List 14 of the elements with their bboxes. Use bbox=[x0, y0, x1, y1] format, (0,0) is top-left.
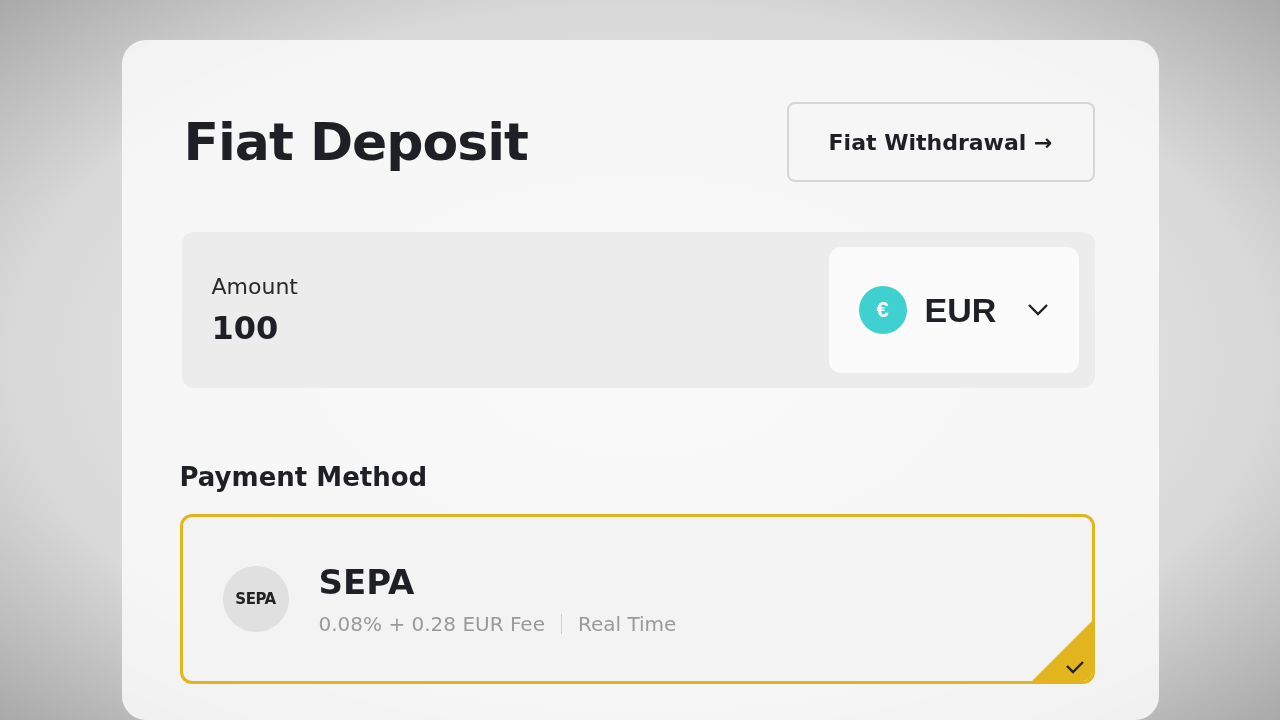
chevron-down-icon bbox=[1026, 303, 1049, 317]
page-title: Fiat Deposit bbox=[183, 112, 528, 172]
payment-option[interactable]: SEPA SEPA 0.08% + 0.28 EUR Fee Real Time bbox=[179, 514, 1095, 684]
amount-value: 100 bbox=[211, 308, 280, 347]
selected-check-icon bbox=[1030, 620, 1092, 681]
payment-method-heading: Payment Method bbox=[179, 462, 429, 492]
fee-text: 0.08% + 0.28 EUR Fee bbox=[318, 612, 545, 636]
amount-label: Amount bbox=[211, 273, 298, 299]
currency-coin-icon: € bbox=[858, 286, 907, 334]
method-name: SEPA bbox=[318, 562, 416, 602]
fiat-withdrawal-button[interactable]: Fiat Withdrawal → bbox=[786, 102, 1095, 182]
sepa-logo: SEPA bbox=[222, 566, 289, 632]
speed-text: Real Time bbox=[577, 612, 677, 636]
currency-selector[interactable]: € EUR bbox=[828, 247, 1079, 373]
